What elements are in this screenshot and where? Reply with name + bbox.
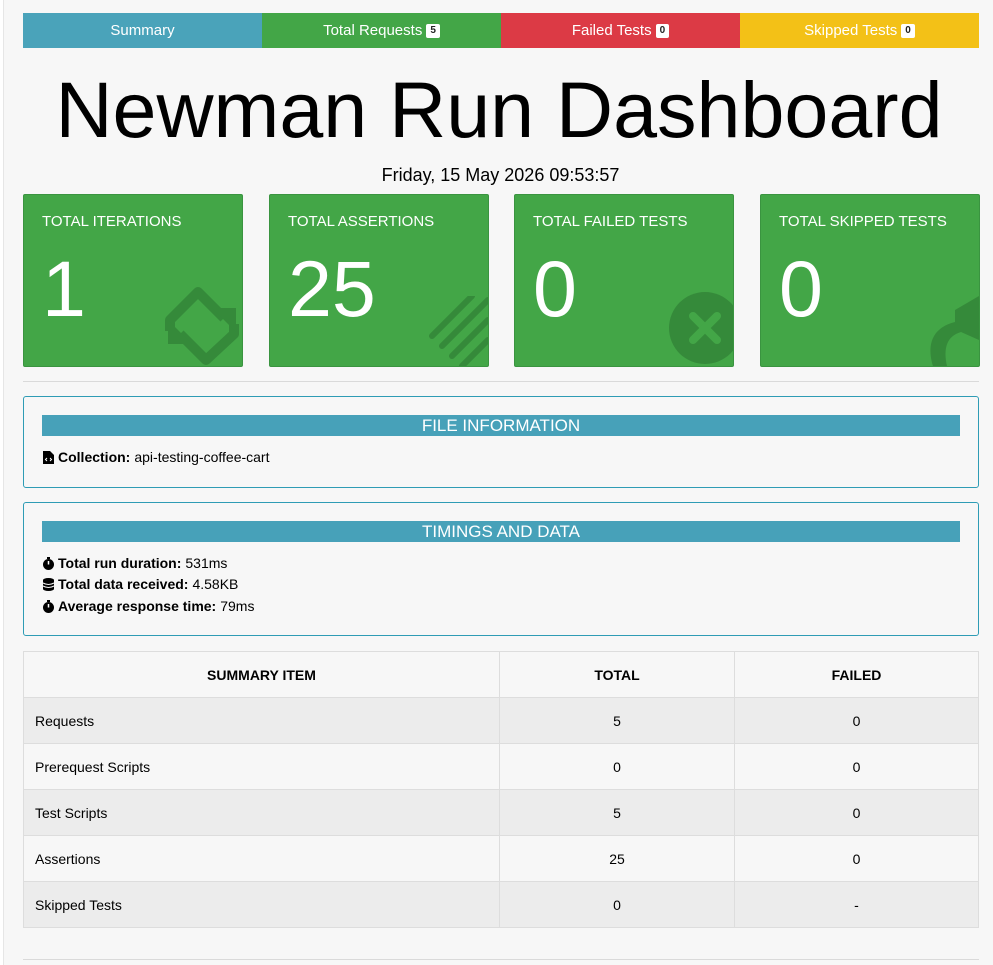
card-label: TOTAL ASSERTIONS [288,213,435,230]
tab-failed-tests[interactable]: Failed Tests 0 [501,13,740,48]
card-total-failed-tests: TOTAL FAILED TESTS 0 [514,194,734,367]
summary-table: SUMMARY ITEM TOTAL FAILED Requests 5 0 P… [23,651,979,928]
tab-label: Failed Tests [571,22,652,39]
table-row: Requests 5 0 [23,697,979,744]
count-badge: 0 [901,23,915,38]
table-cell: Skipped Tests [23,881,500,928]
avg-response-value: 79ms [220,598,255,614]
collection-line: Collection: api-testing-coffee-cart [42,449,269,465]
count-badge: 0 [655,23,670,38]
card-value: 0 [779,244,823,333]
page-title: Newman Run Dashboard [55,65,943,154]
file-code-icon [43,450,54,464]
nav-tabs: Summary Total Requests 5 Failed Tests 0 … [23,13,979,48]
table-cell: 0 [734,835,979,882]
table-cell: Assertions [23,835,500,882]
data-received-label: Total data received: [58,576,189,592]
timings-panel: TIMINGS AND DATA Total run duration: 531… [23,502,979,636]
card-total-iterations: TOTAL ITERATIONS 1 [23,194,243,367]
count-badge: 5 [426,23,440,38]
table-row: Assertions 25 0 [23,835,979,882]
table-cell: Prerequest Scripts [23,743,500,790]
card-total-skipped-tests: TOTAL SKIPPED TESTS 0 [760,194,980,367]
database-icon [42,577,55,591]
card-total-assertions: TOTAL ASSERTIONS 25 [269,194,489,367]
duration-value: 531ms [185,555,228,571]
data-received-line: Total data received: 4.58KB [42,576,238,592]
sync-icon [165,287,239,365]
tab-label: Summary [110,22,175,39]
tab-summary[interactable]: Summary [23,13,262,48]
table-cell: 0 [499,881,735,928]
table-cell: 0 [499,743,735,790]
panel-heading: FILE INFORMATION [42,415,960,436]
data-received-value: 4.58KB [192,576,239,592]
duration-line: Total run duration: 531ms [42,555,227,571]
table-header-row: SUMMARY ITEM TOTAL FAILED [23,651,979,698]
stopwatch-icon [43,556,54,570]
divider [23,381,979,382]
table-cell: 5 [499,697,735,744]
avg-response-line: Average response time: 79ms [42,598,254,614]
column-header: FAILED [734,651,979,698]
table-cell: 0 [734,789,979,836]
card-value: 25 [288,244,376,333]
divider [23,959,979,960]
stopwatch-icon [43,599,54,613]
tab-label: Skipped Tests [804,22,898,39]
column-header: TOTAL [499,651,735,698]
table-row: Test Scripts 5 0 [23,789,979,836]
table-cell: 25 [499,835,735,882]
table-row: Prerequest Scripts 0 0 [23,743,979,790]
file-information-panel: FILE INFORMATION Collection: api-testing… [23,396,979,488]
ruler-icon [429,296,488,366]
table-cell: 0 [734,743,979,790]
tab-total-requests[interactable]: Total Requests 5 [262,13,501,48]
card-label: TOTAL FAILED TESTS [533,213,688,230]
card-value: 1 [42,244,86,333]
times-circle-icon [669,292,733,364]
panel-heading: TIMINGS AND DATA [42,521,960,542]
card-label: TOTAL SKIPPED TESTS [779,213,947,230]
table-cell: 0 [734,697,979,744]
stat-cards: TOTAL ITERATIONS 1 TOTAL ASSERTIONS 25 T… [23,194,980,367]
tab-label: Total Requests [323,22,423,39]
table-cell: Requests [23,697,500,744]
avg-response-label: Average response time: [58,598,217,614]
duration-label: Total run duration: [58,555,182,571]
card-value: 0 [533,244,577,333]
table-cell: - [734,881,979,928]
collection-value: api-testing-coffee-cart [134,449,270,465]
table-row: Skipped Tests 0 - [23,881,979,928]
collection-label: Collection: [58,449,131,465]
table-cell: Test Scripts [23,789,500,836]
run-date: Friday, 15 May 2026 09:53:57 [381,165,620,185]
page-body: Summary Total Requests 5 Failed Tests 0 … [3,0,993,965]
tab-skipped-tests[interactable]: Skipped Tests 0 [740,13,979,48]
table-cell: 5 [499,789,735,836]
column-header: SUMMARY ITEM [23,651,500,698]
card-label: TOTAL ITERATIONS [42,213,182,230]
share-arrow-icon [930,296,979,366]
